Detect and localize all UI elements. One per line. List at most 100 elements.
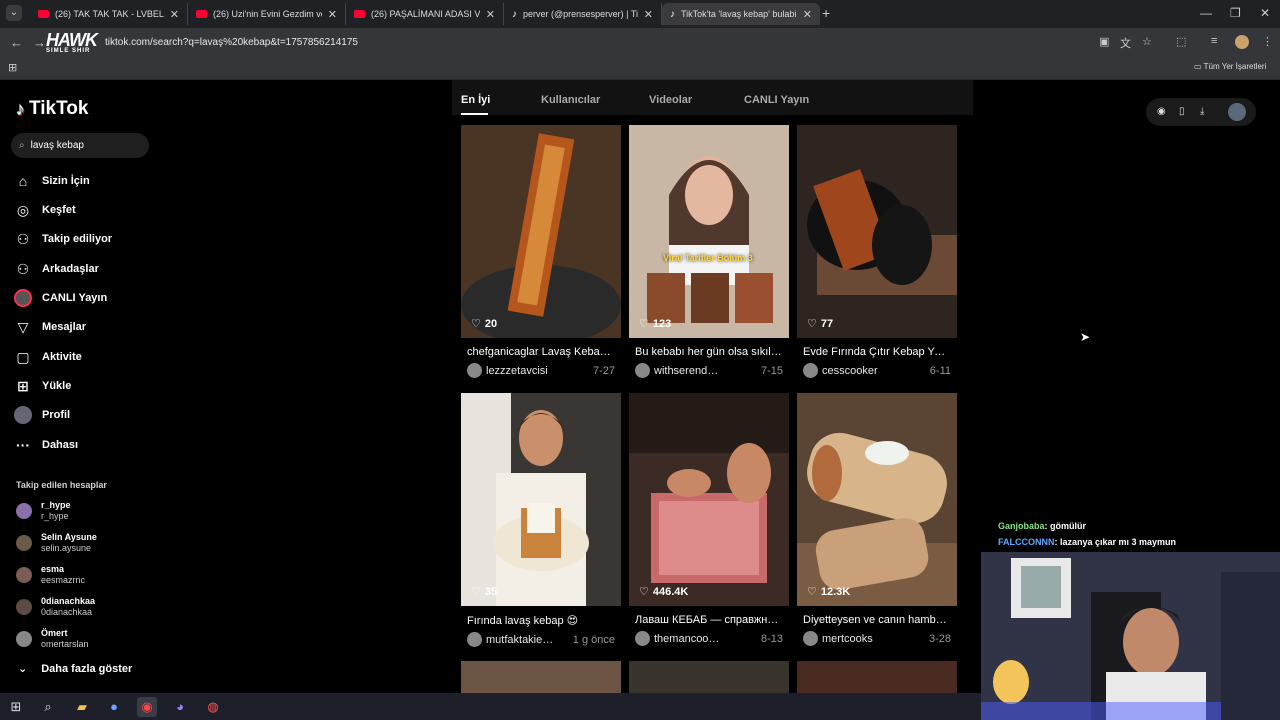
video-thumbnail[interactable]: ♡ 35 (461, 393, 621, 606)
video-thumbnail[interactable]: ♡ 12.3K (797, 393, 957, 606)
video-caption[interactable]: Fırında lavaş kebap 😍 (461, 614, 621, 627)
media-icon[interactable]: ≡ (1211, 35, 1217, 47)
apps-grid-icon[interactable]: ⊞ (8, 61, 17, 74)
forward-icon[interactable]: → (33, 35, 46, 50)
tab-users[interactable]: Kullanıcılar (541, 94, 600, 106)
video-card[interactable]: ♡ 446.4K Лаваш КЕБАБ — справжня … themancoo… (629, 393, 789, 646)
device-icon[interactable]: ▯ (1179, 106, 1185, 117)
close-icon[interactable]: ✕ (644, 8, 653, 21)
video-thumbnail[interactable]: ♡ 77 (797, 125, 957, 338)
download-icon[interactable]: ⤓ (1200, 106, 1204, 117)
close-window-icon[interactable]: ✕ (1260, 6, 1270, 20)
sidebar-item-2[interactable]: ⚇ Takip ediliyor (14, 228, 112, 250)
author-avatar[interactable] (803, 631, 818, 646)
video-caption[interactable]: Bu kebabı her gün olsa sıkıl… (629, 346, 789, 358)
followed-account[interactable]: esma eesmazrnc (16, 562, 85, 588)
author-avatar[interactable] (467, 632, 482, 647)
search-input[interactable] (30, 140, 136, 151)
video-card[interactable]: ♡ 20 chefganicaglar Lavaş Kebabı… lezzzetav… (461, 125, 621, 378)
browser-tab[interactable]: (26) Uzi'nin Evini Gezdim ve Ku ✕ (188, 3, 346, 25)
user-avatar[interactable] (1228, 103, 1246, 121)
more-icon: ··· (16, 437, 30, 453)
browser-tab[interactable]: (26) TAK TAK TAK - LVBEL C5 X ✕ (30, 3, 188, 25)
sidebar-item-4[interactable]: CANLI Yayın (14, 287, 107, 309)
sidebar-item-9[interactable]: ··· Dahası (14, 434, 78, 456)
translate-icon[interactable]: 文 (1120, 35, 1131, 51)
search-icon[interactable]: ⌕ (38, 697, 58, 717)
browser-tab[interactable]: (26) PAŞALİMANI ADASI VLOG ✕ (346, 3, 504, 25)
sidebar-item-3[interactable]: ⚇ Arkadaşlar (14, 258, 99, 280)
discord-icon[interactable]: ◕ (170, 697, 190, 717)
video-caption[interactable]: Evde Fırında Çıtır Kebap Yapt… (797, 346, 957, 358)
sidebar-item-7[interactable]: ⊞ Yükle (14, 375, 71, 397)
close-icon[interactable]: ✕ (486, 8, 495, 21)
kebab-menu-icon[interactable]: ⋮ (1262, 35, 1273, 48)
video-meta: mutfaktakie… 1 g önce (461, 632, 621, 647)
tab-top[interactable]: En İyi (461, 94, 490, 106)
new-tab-icon[interactable]: + (822, 5, 830, 21)
obs-icon[interactable]: ◍ (203, 697, 223, 717)
author-name[interactable]: withserend… (654, 365, 755, 377)
account-name: 0dianachkaa (41, 596, 96, 606)
thumbnail-image (797, 125, 957, 338)
video-thumbnail[interactable]: Viral Tarifler Bölüm 3 ♡ 123 (629, 125, 789, 338)
cast-icon[interactable]: ▣ (1099, 35, 1109, 48)
close-icon[interactable]: ✕ (803, 8, 812, 21)
author-avatar[interactable] (635, 631, 650, 646)
chrome-icon[interactable]: ◉ (137, 697, 157, 717)
video-thumbnail[interactable] (797, 661, 957, 693)
url-field[interactable]: tiktok.com/search?q=lavaş%20kebap&t=1757… (105, 37, 358, 48)
video-thumbnail[interactable]: ♡ 446.4K (629, 393, 789, 606)
bookmark-star-icon[interactable]: ☆ (1142, 35, 1152, 48)
author-avatar[interactable] (635, 363, 650, 378)
browser-tab[interactable]: ♪ perver (@prensesperver) | TikTo ✕ (504, 3, 662, 25)
followed-account[interactable]: 0dianachkaa 0dianachkaa (16, 594, 95, 620)
back-icon[interactable]: ← (10, 35, 23, 50)
author-name[interactable]: themancoo… (654, 633, 755, 645)
followed-account[interactable]: Selin Aysune selin.aysune (16, 530, 97, 556)
video-card[interactable]: ♡ 77 Evde Fırında Çıtır Kebap Yapt… cesscoo… (797, 125, 957, 378)
post-date: 7-15 (760, 364, 783, 377)
sidebar-item-0[interactable]: ⌂ Sizin İçin (14, 170, 90, 192)
video-thumbnail[interactable] (629, 661, 789, 693)
author-name[interactable]: mertcooks (822, 633, 923, 645)
video-caption[interactable]: Лаваш КЕБАБ — справжня … (629, 614, 789, 626)
followed-account[interactable]: Ömert omertarslan (16, 626, 89, 652)
start-icon[interactable]: ⊞ (6, 697, 26, 717)
sidebar-item-8[interactable]: Profil (14, 404, 70, 426)
video-card[interactable]: ♡ 35 Fırında lavaş kebap 😍 mutfaktakie… 1 g … (461, 393, 621, 647)
close-icon[interactable]: ✕ (328, 8, 337, 21)
app-icon[interactable]: ● (104, 697, 124, 717)
video-card[interactable]: Viral Tarifler Bölüm 3 ♡ 123 Bu kebabı her … (629, 125, 789, 378)
author-avatar[interactable] (467, 363, 482, 378)
restore-icon[interactable]: ❐ (1230, 6, 1241, 20)
folder-icon[interactable]: ▰ (72, 697, 92, 717)
minimize-icon[interactable]: — (1200, 6, 1212, 20)
tab-live[interactable]: CANLI Yayın (744, 94, 809, 106)
video-card[interactable]: ♡ 12.3K Diyetteysen ve canın hambur… mertco… (797, 393, 957, 646)
tab-videos[interactable]: Videolar (649, 94, 692, 106)
author-name[interactable]: cesscooker (822, 365, 924, 377)
show-more-button[interactable]: ⌄ Daha fazla göster (18, 662, 132, 676)
video-thumbnail[interactable]: ♡ 20 (461, 125, 621, 338)
coin-icon[interactable]: ◉ (1157, 106, 1166, 117)
tab-search-icon[interactable]: ⌄ (6, 5, 22, 21)
sidebar-item-1[interactable]: ◎ Keşfet (14, 199, 76, 221)
all-bookmarks[interactable]: ▭ Tüm Yer İşaretleri (1194, 62, 1266, 71)
author-name[interactable]: lezzzetavcisi (486, 365, 587, 377)
browser-tab-active[interactable]: ♪ TikTok'ta 'lavaş kebap' bulabilir ✕ (662, 3, 820, 25)
video-caption[interactable]: chefganicaglar Lavaş Kebabı… (461, 346, 621, 358)
author-avatar[interactable] (803, 363, 818, 378)
profile-avatar[interactable] (1235, 35, 1249, 49)
author-name[interactable]: mutfaktakie… (486, 634, 567, 646)
sidebar-item-6[interactable]: ▢ Aktivite (14, 346, 81, 368)
avatar (16, 631, 32, 647)
video-thumbnail[interactable] (461, 661, 621, 693)
followed-account[interactable]: r_hype r_hype (16, 498, 71, 524)
close-icon[interactable]: ✕ (170, 8, 179, 21)
video-caption[interactable]: Diyetteysen ve canın hambur… (797, 614, 957, 626)
search-box[interactable]: ⌕ (11, 133, 149, 158)
sidebar-item-5[interactable]: ▽ Mesajlar (14, 316, 86, 338)
extensions-icon[interactable]: ⬚ (1176, 35, 1186, 48)
tiktok-logo[interactable]: ♪ TikTok (16, 98, 88, 120)
